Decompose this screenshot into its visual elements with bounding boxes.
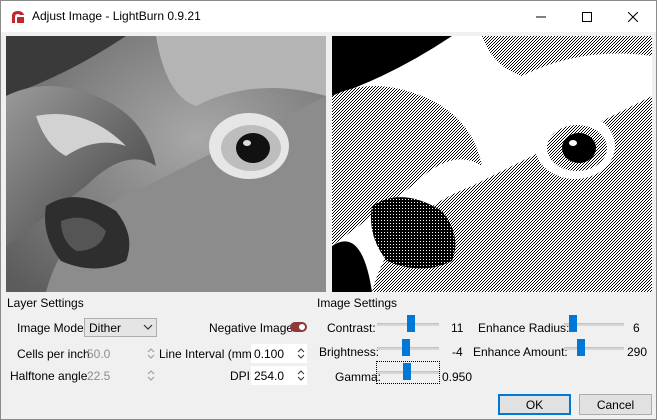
- layer-settings-group: Layer Settings Image Mode: Dither Negati…: [4, 296, 311, 385]
- window-title: Adjust Image - LightBurn 0.9.21: [32, 9, 201, 23]
- spin-arrows-icon[interactable]: [295, 366, 307, 385]
- line-interval-label: Line Interval (mm): [159, 347, 256, 361]
- dpi-spinbox[interactable]: 254.0: [251, 366, 307, 385]
- enhance-radius-value: 6: [633, 321, 640, 335]
- slider-thumb[interactable]: [577, 339, 585, 356]
- line-interval-value: 0.100: [254, 347, 285, 361]
- close-button[interactable]: [610, 1, 656, 32]
- slider-thumb[interactable]: [407, 315, 415, 332]
- image-mode-label: Image Mode:: [17, 321, 88, 335]
- line-interval-spinbox[interactable]: 0.100: [251, 344, 307, 363]
- slider-track: [564, 347, 624, 350]
- layer-settings-title: Layer Settings: [6, 296, 85, 310]
- brightness-value: -4: [452, 345, 463, 359]
- title-bar[interactable]: Adjust Image - LightBurn 0.9.21: [1, 1, 656, 32]
- gamma-label: Gamma:: [335, 370, 382, 384]
- halftone-angle-spinbox[interactable]: 22.5: [84, 366, 157, 385]
- slider-thumb[interactable]: [403, 363, 411, 380]
- contrast-value: 11: [451, 321, 464, 335]
- dpi-label: DPI: [230, 369, 251, 383]
- negative-image-label: Negative Image: [209, 321, 294, 335]
- image-settings-title: Image Settings: [316, 296, 399, 310]
- cells-per-inch-spinbox[interactable]: 50.0: [84, 344, 157, 363]
- gamma-value: 0.950: [442, 370, 473, 384]
- brightness-slider[interactable]: [377, 338, 439, 358]
- minimize-icon: [536, 16, 546, 17]
- spin-arrows-icon[interactable]: [145, 366, 157, 385]
- gamma-slider[interactable]: [377, 362, 439, 382]
- lightburn-app-icon: [12, 11, 24, 23]
- slider-thumb[interactable]: [402, 339, 410, 356]
- enhance-radius-slider[interactable]: [564, 314, 624, 334]
- original-image-preview: [6, 36, 326, 292]
- enhance-amount-slider[interactable]: [564, 338, 624, 358]
- contrast-label: Contrast:: [327, 321, 376, 335]
- close-icon: [628, 11, 638, 22]
- maximize-icon: [582, 11, 592, 22]
- maximize-button[interactable]: [564, 1, 610, 32]
- cells-per-inch-value: 50.0: [87, 347, 111, 361]
- slider-thumb[interactable]: [569, 315, 577, 332]
- chevron-down-icon: [143, 324, 153, 330]
- enhance-amount-value: 290: [627, 345, 648, 359]
- halftone-angle-label: Halftone angle: [10, 369, 88, 383]
- image-mode-select[interactable]: Dither: [84, 318, 157, 337]
- negative-image-toggle[interactable]: [290, 322, 307, 332]
- brightness-label: Brightness:: [319, 345, 380, 359]
- adjust-image-dialog: Adjust Image - LightBurn 0.9.21 Layer Se…: [0, 0, 657, 420]
- spin-arrows-icon[interactable]: [295, 344, 307, 363]
- ok-button[interactable]: OK: [498, 394, 571, 415]
- image-mode-value: Dither: [89, 321, 122, 335]
- dialog-body: Layer Settings Image Mode: Dither Negati…: [1, 32, 656, 419]
- enhance-amount-label: Enhance Amount:: [473, 345, 568, 359]
- enhance-radius-label: Enhance Radius:: [478, 321, 570, 335]
- toggle-knob: [299, 324, 305, 330]
- dithered-image-preview: [332, 36, 652, 292]
- contrast-slider[interactable]: [377, 314, 439, 334]
- image-settings-group: Image Settings Contrast: 11 Brightness: …: [314, 296, 653, 384]
- dpi-value: 254.0: [254, 369, 285, 383]
- spin-arrows-icon[interactable]: [145, 344, 157, 363]
- cancel-button[interactable]: Cancel: [579, 394, 652, 415]
- minimize-button[interactable]: [518, 1, 564, 32]
- cells-per-inch-label: Cells per inch: [17, 347, 90, 361]
- halftone-angle-value: 22.5: [87, 369, 111, 383]
